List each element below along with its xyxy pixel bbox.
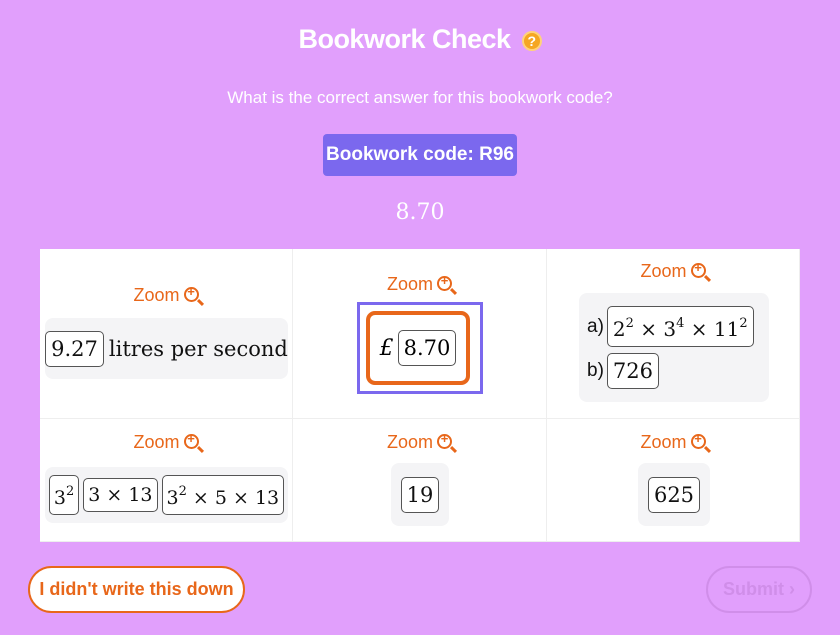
zoom-label: Zoom <box>386 432 433 452</box>
option-card-6[interactable]: Zoom 625 <box>547 419 800 542</box>
help-icon[interactable]: ? <box>521 30 542 51</box>
submit-button[interactable]: Submit › <box>706 566 812 613</box>
option-card-3[interactable]: Zoom a) 22 × 34 × 112 b) 726 <box>547 249 800 419</box>
part-b: b) 726 <box>587 353 659 389</box>
part-a: a) 22 × 34 × 112 <box>587 306 754 347</box>
page-title: Bookwork Check ? <box>0 24 840 55</box>
bookwork-code-badge: Bookwork code: R96 <box>323 134 517 176</box>
part-a-label: a) <box>587 315 604 337</box>
zoom-label: Zoom <box>133 285 180 305</box>
zoom-in-icon <box>437 431 452 449</box>
option-card-1[interactable]: Zoom 9.27 litres per second <box>40 249 293 419</box>
question-text: What is the correct answer for this book… <box>227 88 613 107</box>
answer-box: 9.27 <box>45 330 104 367</box>
answer-box: 726 <box>606 353 659 389</box>
answer-box: 19 <box>400 476 440 513</box>
answer-box: 8.70 <box>397 330 457 366</box>
answer-box: 625 <box>647 476 701 513</box>
option-card-4[interactable]: Zoom 32 3 × 13 32 × 5 × 13 <box>40 419 293 542</box>
zoom-label: Zoom <box>133 432 180 452</box>
zoom-label: Zoom <box>640 261 687 281</box>
zoom-button[interactable]: Zoom <box>293 431 546 453</box>
answer-box: 22 × 34 × 112 <box>606 306 754 347</box>
didnt-write-button[interactable]: I didn't write this down <box>28 566 245 613</box>
option-content: a) 22 × 34 × 112 b) 726 <box>579 293 769 402</box>
answer-box: 32 <box>48 475 80 515</box>
zoom-label: Zoom <box>640 432 687 452</box>
option-card-2[interactable]: Zoom £ 8.70 <box>293 249 547 419</box>
zoom-button[interactable]: Zoom <box>547 260 799 282</box>
answer-box: 3 × 13 <box>83 478 158 512</box>
option-content: £ 8.70 <box>366 311 470 385</box>
zoom-in-icon <box>183 284 199 302</box>
zoom-button[interactable]: Zoom <box>40 284 292 306</box>
zoom-button[interactable]: Zoom <box>40 431 292 453</box>
zoom-in-icon <box>690 431 706 449</box>
selected-highlight: £ 8.70 <box>357 302 483 394</box>
option-content: 625 <box>638 463 710 526</box>
option-content: 19 <box>391 463 449 526</box>
submit-label: Submit <box>722 579 784 599</box>
title-text: Bookwork Check <box>298 24 511 54</box>
zoom-in-icon <box>437 273 452 291</box>
chevron-right-icon: › <box>789 579 795 599</box>
zoom-button[interactable]: Zoom <box>293 273 546 295</box>
answer-options-grid: Zoom 9.27 litres per second Zoom £ 8.70 … <box>40 249 800 542</box>
option-content: 9.27 litres per second <box>45 318 288 379</box>
zoom-button[interactable]: Zoom <box>547 431 799 453</box>
option-content: 32 3 × 13 32 × 5 × 13 <box>45 467 288 523</box>
zoom-in-icon <box>690 260 706 278</box>
written-answer: 8.70 <box>395 200 445 225</box>
option-card-5[interactable]: Zoom 19 <box>293 419 547 542</box>
unit-text: litres per second <box>108 336 288 361</box>
zoom-in-icon <box>183 431 199 449</box>
answer-box: 32 × 5 × 13 <box>161 475 285 515</box>
pound-sign: £ <box>379 335 394 361</box>
zoom-label: Zoom <box>386 274 433 294</box>
part-b-label: b) <box>587 360 604 381</box>
